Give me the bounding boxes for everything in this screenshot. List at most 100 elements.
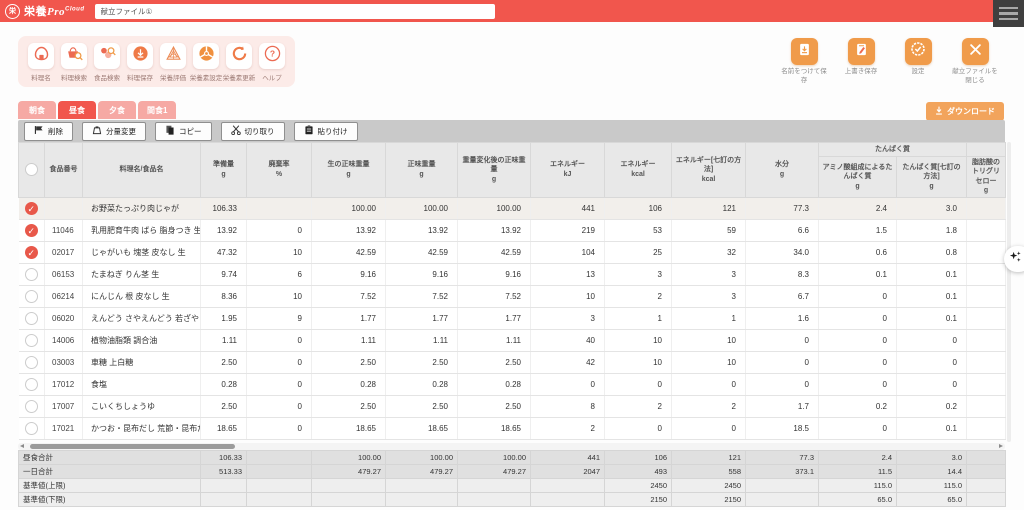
- value-cell: 2.50: [458, 351, 531, 373]
- table-row[interactable]: 03003車糖 上白糖2.5002.502.502.50421010000: [19, 351, 1006, 373]
- table-row[interactable]: ✓お野菜たっぷり肉じゃが106.33100.00100.00100.004411…: [19, 197, 1006, 219]
- nutrient-update-button[interactable]: 栄養素更新: [225, 43, 253, 82]
- value-cell: 10: [247, 285, 312, 307]
- dish-search-button[interactable]: 料理検索: [60, 43, 88, 82]
- help-button[interactable]: ? ヘルプ: [258, 43, 286, 82]
- summary-label-cell: 昼食合計: [19, 451, 201, 465]
- row-select-cell[interactable]: ✓: [19, 197, 45, 219]
- main-toolbar: 料理名 料理検索 食品検索 料理保存 栄養評価 栄養素設定 栄養素更新 ? ヘル: [18, 36, 295, 87]
- clipboard-icon: [304, 125, 314, 137]
- value-cell: 59: [672, 219, 746, 241]
- nutrient-settings-button[interactable]: 栄養素設定: [192, 43, 220, 82]
- tab-snack1[interactable]: 間食1: [138, 101, 176, 119]
- value-cell: 0.1: [897, 263, 967, 285]
- overwrite-save-button[interactable]: 上書き保存: [838, 38, 884, 86]
- row-checkbox[interactable]: ✓: [25, 202, 38, 215]
- row-select-cell[interactable]: [19, 263, 45, 285]
- table-row[interactable]: 06020えんどう さやえんどう 若ざや 生1.9591.771.771.773…: [19, 307, 1006, 329]
- summary-value-cell: 106: [605, 451, 672, 465]
- table-row[interactable]: 17007こいくちしょうゆ2.5002.502.502.508221.70.20…: [19, 395, 1006, 417]
- summary-value-cell: [247, 465, 312, 479]
- tab-lunch[interactable]: 昼食: [58, 101, 96, 119]
- row-select-cell[interactable]: [19, 351, 45, 373]
- summary-value-cell: 65.0: [819, 493, 897, 507]
- summary-row: 一日合計513.33479.27479.27479.27204749355837…: [19, 465, 1006, 479]
- svg-text:?: ?: [269, 49, 274, 59]
- dish-save-button[interactable]: 料理保存: [126, 43, 154, 82]
- row-checkbox[interactable]: [25, 400, 38, 413]
- row-checkbox[interactable]: [25, 356, 38, 369]
- save-as-button[interactable]: 名前をつけて保存: [781, 38, 827, 86]
- hamburger-menu-button[interactable]: [993, 0, 1024, 27]
- nutrient-update-icon: [231, 45, 248, 67]
- row-checkbox[interactable]: [25, 378, 38, 391]
- food-search-button[interactable]: 食品検索: [93, 43, 121, 82]
- nutrition-eval-button[interactable]: 栄養評価: [159, 43, 187, 82]
- table-row[interactable]: 06214にんじん 根 皮なし 生8.36107.527.527.5210236…: [19, 285, 1006, 307]
- sparkle-assistant-button[interactable]: [1004, 246, 1024, 272]
- change-amount-button[interactable]: 分量変更: [82, 122, 146, 141]
- row-checkbox[interactable]: ✓: [25, 246, 38, 259]
- row-select-cell[interactable]: [19, 395, 45, 417]
- tab-breakfast[interactable]: 朝食: [18, 101, 56, 119]
- row-select-cell[interactable]: [19, 417, 45, 439]
- menu-file-name-input[interactable]: [95, 4, 495, 19]
- dish-name-button[interactable]: 料理名: [27, 43, 55, 82]
- value-cell: 0: [897, 351, 967, 373]
- value-cell: 219: [531, 219, 605, 241]
- row-select-cell[interactable]: [19, 329, 45, 351]
- table-row[interactable]: 17012食塩0.2800.280.280.28000000: [19, 373, 1006, 395]
- table-row[interactable]: 14006植物油脂類 調合油1.1101.111.111.11401010000: [19, 329, 1006, 351]
- row-checkbox[interactable]: [25, 422, 38, 435]
- food-name-cell: たまねぎ りん茎 生: [83, 263, 201, 285]
- value-cell: 10: [531, 285, 605, 307]
- value-cell: 47.32: [201, 241, 247, 263]
- download-button[interactable]: ダウンロード: [926, 102, 1004, 121]
- row-select-cell[interactable]: ✓: [19, 241, 45, 263]
- row-select-cell[interactable]: [19, 285, 45, 307]
- value-cell: 13.92: [312, 219, 386, 241]
- horizontal-scrollbar[interactable]: [18, 443, 1005, 450]
- value-cell: 0: [531, 373, 605, 395]
- row-checkbox[interactable]: [25, 290, 38, 303]
- table-row[interactable]: 06153たまねぎ りん茎 生9.7469.169.169.1613338.30…: [19, 263, 1006, 285]
- food-code-cell: 06214: [45, 285, 83, 307]
- value-cell: 441: [531, 197, 605, 219]
- row-select-cell[interactable]: [19, 307, 45, 329]
- table-row[interactable]: ✓02017じゃがいも 塊茎 皮なし 生47.321042.5942.5942.…: [19, 241, 1006, 263]
- row-checkbox[interactable]: [25, 312, 38, 325]
- table-row[interactable]: 17021かつお・昆布だし 荒節・昆布だし18.65018.6518.6518.…: [19, 417, 1006, 439]
- value-cell: 2: [605, 285, 672, 307]
- paste-button[interactable]: 貼り付け: [294, 122, 358, 141]
- copy-button[interactable]: コピー: [155, 122, 212, 141]
- close-file-button[interactable]: 献立ファイルを閉じる: [952, 38, 998, 86]
- value-cell: 10: [605, 329, 672, 351]
- row-select-cell[interactable]: ✓: [19, 219, 45, 241]
- select-all-checkbox[interactable]: [25, 163, 38, 176]
- sparkle-icon: [1009, 250, 1022, 268]
- value-cell: 2: [672, 395, 746, 417]
- summary-value-cell: 2150: [672, 493, 746, 507]
- tab-dinner[interactable]: 夕食: [98, 101, 136, 119]
- select-all-header[interactable]: [19, 143, 45, 198]
- row-checkbox[interactable]: ✓: [25, 224, 38, 237]
- vertical-scrollbar[interactable]: [1007, 142, 1011, 442]
- cut-button[interactable]: 切り取り: [221, 122, 285, 141]
- delete-button[interactable]: 削除: [24, 122, 73, 141]
- scroll-right-arrow[interactable]: [999, 444, 1003, 448]
- value-cell: 1.11: [312, 329, 386, 351]
- summary-value-cell: [312, 493, 386, 507]
- row-checkbox[interactable]: [25, 268, 38, 281]
- row-select-cell[interactable]: [19, 373, 45, 395]
- scrollbar-thumb[interactable]: [30, 444, 235, 449]
- value-cell: 0: [819, 285, 897, 307]
- table-row[interactable]: ✓11046乳用肥育牛肉 ばら 脂身つき 生 13.92013.9213.921…: [19, 219, 1006, 241]
- value-cell: 0: [247, 329, 312, 351]
- value-cell: 7.52: [386, 285, 458, 307]
- value-cell: 2: [605, 395, 672, 417]
- value-cell: [967, 395, 1006, 417]
- row-checkbox[interactable]: [25, 334, 38, 347]
- settings-button[interactable]: 設定: [895, 38, 941, 86]
- scroll-left-arrow[interactable]: [20, 444, 24, 448]
- tool-label: 栄養評価: [160, 72, 186, 82]
